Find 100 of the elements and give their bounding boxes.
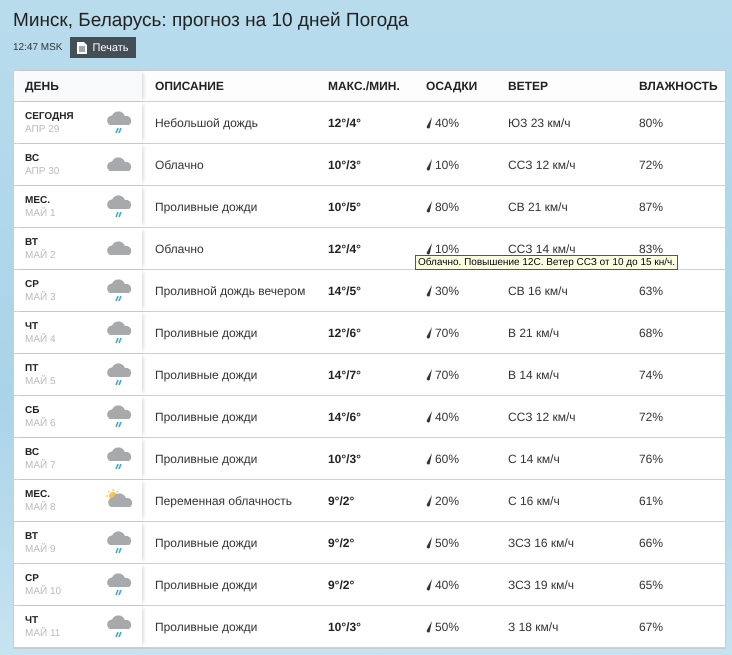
- wind: С 14 км/ч: [508, 452, 560, 466]
- date: МАЙ 9: [25, 544, 56, 554]
- rain-cloud-icon: [104, 572, 132, 598]
- raindrop-icon: [426, 536, 432, 548]
- temperature: 9°/2°: [328, 494, 354, 508]
- precipitation: 50%: [435, 620, 460, 634]
- date: МАЙ 6: [25, 418, 56, 428]
- precipitation: 10%: [435, 158, 460, 172]
- day-name: МЕС.: [25, 488, 51, 500]
- date: МАЙ 10: [25, 586, 62, 596]
- raindrop-icon: [426, 200, 432, 212]
- precipitation: 10%: [435, 242, 460, 256]
- temperature: 10°/5°: [328, 200, 361, 214]
- temperature: 12°/4°: [328, 242, 361, 256]
- temperature: 10°/3°: [328, 620, 361, 634]
- document-icon: [77, 42, 88, 54]
- rain-cloud-icon: [104, 446, 132, 472]
- precipitation: 80%: [435, 200, 460, 214]
- description: Проливные дожди: [155, 410, 258, 424]
- date: МАЙ 7: [25, 460, 56, 470]
- rain-cloud-icon: [104, 320, 132, 346]
- humidity: 63%: [639, 284, 664, 298]
- temperature: 14°/6°: [328, 410, 361, 424]
- description: Проливные дожди: [155, 578, 258, 592]
- humidity: 72%: [639, 410, 664, 424]
- wind: ЗСЗ 16 км/ч: [508, 536, 574, 550]
- description: Проливные дожди: [155, 326, 258, 340]
- precipitation: 70%: [435, 368, 460, 382]
- description: Проливные дожди: [155, 452, 258, 466]
- date: МАЙ 5: [25, 376, 56, 386]
- humidity: 65%: [639, 578, 664, 592]
- raindrop-icon: [426, 326, 432, 338]
- temperature: 10°/3°: [328, 158, 361, 172]
- wind: ССЗ 14 км/ч: [508, 242, 576, 256]
- rain-cloud-icon: [104, 362, 132, 388]
- day-name: ЧТ: [25, 320, 40, 332]
- day-name: СР: [25, 278, 40, 290]
- temperature: 14°/5°: [328, 284, 361, 298]
- precipitation: 50%: [435, 536, 460, 550]
- description: Проливные дожди: [155, 200, 258, 214]
- rain-cloud-icon: [104, 614, 132, 640]
- raindrop-icon: [426, 620, 432, 632]
- precipitation: 70%: [435, 326, 460, 340]
- description: Небольшой дождь: [155, 116, 258, 130]
- precipitation: 40%: [435, 116, 460, 130]
- column-header: ДЕНЬ: [25, 79, 59, 93]
- tooltip: Облачно. Повышение 12C. Ветер ССЗ от 10 до 15 кн/ч.: [415, 255, 678, 270]
- rain-cloud-icon: [104, 278, 132, 304]
- description: Проливные дожди: [155, 536, 258, 550]
- wind: СВ 21 км/ч: [508, 200, 568, 214]
- column-header: ВЕТЕР: [508, 79, 548, 93]
- date: МАЙ 1: [25, 208, 56, 218]
- description: Облачно: [155, 158, 204, 172]
- day-name: ВТ: [25, 236, 39, 248]
- humidity: 67%: [639, 620, 664, 634]
- raindrop-icon: [426, 242, 432, 254]
- wind: В 14 км/ч: [508, 368, 560, 382]
- day-name: ВТ: [25, 530, 39, 542]
- date: АПР 30: [25, 166, 60, 176]
- temperature: 14°/7°: [328, 368, 361, 382]
- temperature: 9°/2°: [328, 536, 354, 550]
- wind: С 16 км/ч: [508, 494, 560, 508]
- rain-cloud-icon: [104, 530, 132, 556]
- day-name: СР: [25, 572, 40, 584]
- humidity: 72%: [639, 158, 664, 172]
- raindrop-icon: [426, 452, 432, 464]
- update-time: 12:47 MSK: [13, 42, 62, 53]
- temperature: 9°/2°: [328, 578, 354, 592]
- date: МАЙ 2: [25, 250, 56, 260]
- column-header: МАКС./МИН.: [328, 79, 400, 93]
- date: МАЙ 3: [25, 292, 56, 302]
- day-name: СЕГОДНЯ: [25, 110, 74, 122]
- humidity: 87%: [639, 200, 664, 214]
- humidity: 61%: [639, 494, 664, 508]
- precipitation: 60%: [435, 452, 460, 466]
- wind: ССЗ 12 км/ч: [508, 410, 576, 424]
- column-header: ОПИСАНИЕ: [155, 79, 224, 93]
- date: МАЙ 8: [25, 502, 56, 512]
- wind: ССЗ 12 км/ч: [508, 158, 576, 172]
- rain-cloud-icon: [104, 110, 132, 136]
- column-header: ОСАДКИ: [426, 79, 478, 93]
- date: МАЙ 4: [25, 334, 56, 344]
- raindrop-icon: [426, 368, 432, 380]
- wind: З 18 км/ч: [508, 620, 558, 634]
- wind: СВ 16 км/ч: [508, 284, 568, 298]
- print-button[interactable]: Печать: [70, 37, 136, 58]
- precipitation: 40%: [435, 410, 460, 424]
- column-header: ВЛАЖНОСТЬ: [639, 79, 718, 93]
- rain-cloud-icon: [104, 194, 132, 220]
- raindrop-icon: [426, 158, 432, 170]
- day-name: МЕС.: [25, 194, 51, 206]
- precipitation: 30%: [435, 284, 460, 298]
- precipitation: 20%: [435, 494, 460, 508]
- humidity: 76%: [639, 452, 664, 466]
- description: Проливные дожди: [155, 620, 258, 634]
- page-title: Минск, Беларусь: прогноз на 10 дней Погода: [13, 9, 410, 33]
- day-name: ВС: [25, 152, 40, 164]
- day-name: СБ: [25, 404, 40, 416]
- humidity: 80%: [639, 116, 664, 130]
- humidity: 66%: [639, 536, 664, 550]
